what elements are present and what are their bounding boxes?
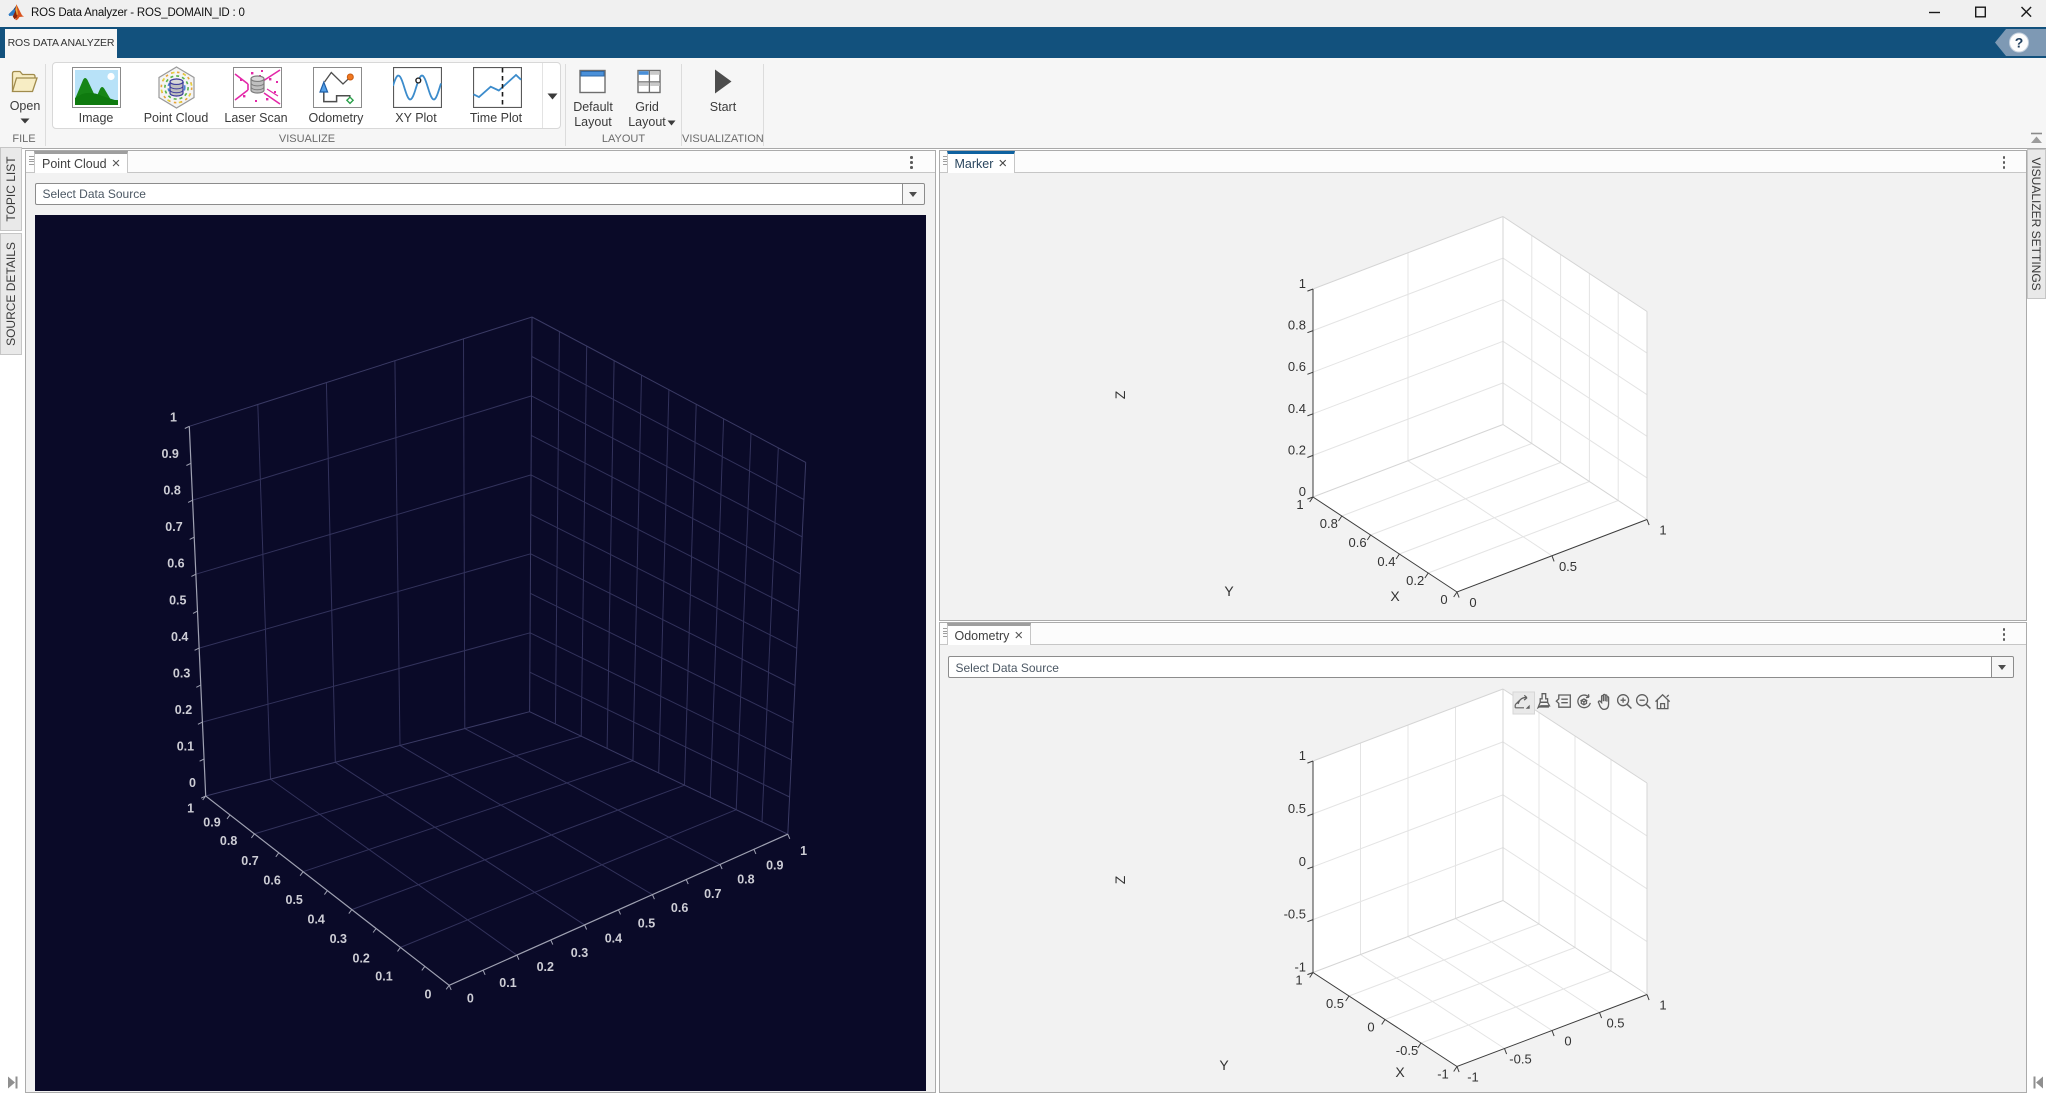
svg-text:0: 0 <box>1469 595 1476 610</box>
svg-text:0.6: 0.6 <box>670 901 687 915</box>
svg-text:-0.5: -0.5 <box>1396 1043 1418 1058</box>
svg-text:0.3: 0.3 <box>172 666 189 680</box>
svg-text:1: 1 <box>1295 973 1302 988</box>
svg-text:0.8: 0.8 <box>163 483 180 497</box>
svg-text:0.4: 0.4 <box>307 912 324 926</box>
svg-text:Z: Z <box>1112 390 1128 399</box>
svg-text:0.2: 0.2 <box>352 951 369 965</box>
svg-text:0: 0 <box>1564 1034 1571 1049</box>
svg-text:Y: Y <box>1219 1057 1229 1073</box>
svg-text:0.9: 0.9 <box>766 858 783 872</box>
svg-text:0: 0 <box>1367 1020 1374 1035</box>
svg-text:1: 1 <box>1659 522 1666 537</box>
svg-text:-1: -1 <box>1467 1070 1479 1085</box>
svg-text:0.5: 0.5 <box>1326 996 1344 1011</box>
svg-text:0.7: 0.7 <box>165 520 182 534</box>
svg-text:0.5: 0.5 <box>1559 558 1577 573</box>
svg-text:1: 1 <box>1296 497 1303 512</box>
svg-text:0.8: 0.8 <box>737 872 754 886</box>
svg-text:-0.5: -0.5 <box>1284 907 1306 922</box>
svg-text:0: 0 <box>424 987 431 1001</box>
svg-text:0.5: 0.5 <box>637 916 654 930</box>
svg-text:0: 0 <box>1299 854 1306 869</box>
svg-text:0: 0 <box>1299 484 1306 499</box>
svg-text:0.7: 0.7 <box>704 886 721 900</box>
svg-text:0: 0 <box>189 776 196 790</box>
svg-text:0.6: 0.6 <box>263 873 280 887</box>
svg-text:0.5: 0.5 <box>285 892 302 906</box>
svg-text:0.2: 0.2 <box>1288 442 1306 457</box>
svg-text:0.6: 0.6 <box>1288 359 1306 374</box>
svg-text:0.7: 0.7 <box>241 854 258 868</box>
svg-text:X: X <box>1390 588 1400 604</box>
svg-text:0.9: 0.9 <box>203 815 220 829</box>
svg-text:0.1: 0.1 <box>176 739 193 753</box>
svg-text:0.1: 0.1 <box>375 969 392 983</box>
svg-text:0.4: 0.4 <box>604 931 621 945</box>
svg-text:X: X <box>1395 1064 1405 1080</box>
svg-text:Y: Y <box>1224 583 1234 599</box>
svg-text:0.3: 0.3 <box>329 931 346 945</box>
svg-text:1: 1 <box>1299 748 1306 763</box>
svg-text:-1: -1 <box>1294 960 1306 975</box>
svg-text:Z: Z <box>1112 875 1128 884</box>
svg-text:0.4: 0.4 <box>1377 554 1395 569</box>
svg-text:0.4: 0.4 <box>1288 400 1306 415</box>
svg-text:-0.5: -0.5 <box>1509 1052 1531 1067</box>
svg-text:0.5: 0.5 <box>169 593 186 607</box>
svg-text:0.9: 0.9 <box>161 447 178 461</box>
svg-text:1: 1 <box>187 801 194 815</box>
svg-text:?: ? <box>2015 35 2024 51</box>
svg-text:0.8: 0.8 <box>1288 317 1306 332</box>
svg-text:0.5: 0.5 <box>1606 1016 1624 1031</box>
svg-text:1: 1 <box>800 844 807 858</box>
svg-text:0.2: 0.2 <box>174 702 191 716</box>
svg-text:0.6: 0.6 <box>1349 535 1367 550</box>
svg-text:0.2: 0.2 <box>536 960 553 974</box>
svg-text:1: 1 <box>1299 276 1306 291</box>
svg-text:1: 1 <box>170 410 177 424</box>
svg-text:0.4: 0.4 <box>171 629 188 643</box>
svg-text:0.1: 0.1 <box>499 976 516 990</box>
svg-text:0.3: 0.3 <box>570 945 587 959</box>
svg-text:0.5: 0.5 <box>1288 801 1306 816</box>
svg-text:-1: -1 <box>1437 1067 1449 1082</box>
svg-text:0: 0 <box>1440 592 1447 607</box>
svg-text:0: 0 <box>466 991 473 1005</box>
svg-text:0.8: 0.8 <box>1320 516 1338 531</box>
svg-text:0.8: 0.8 <box>219 834 236 848</box>
svg-text:1: 1 <box>1659 998 1666 1013</box>
svg-text:0.2: 0.2 <box>1406 573 1424 588</box>
svg-text:0.6: 0.6 <box>167 556 184 570</box>
